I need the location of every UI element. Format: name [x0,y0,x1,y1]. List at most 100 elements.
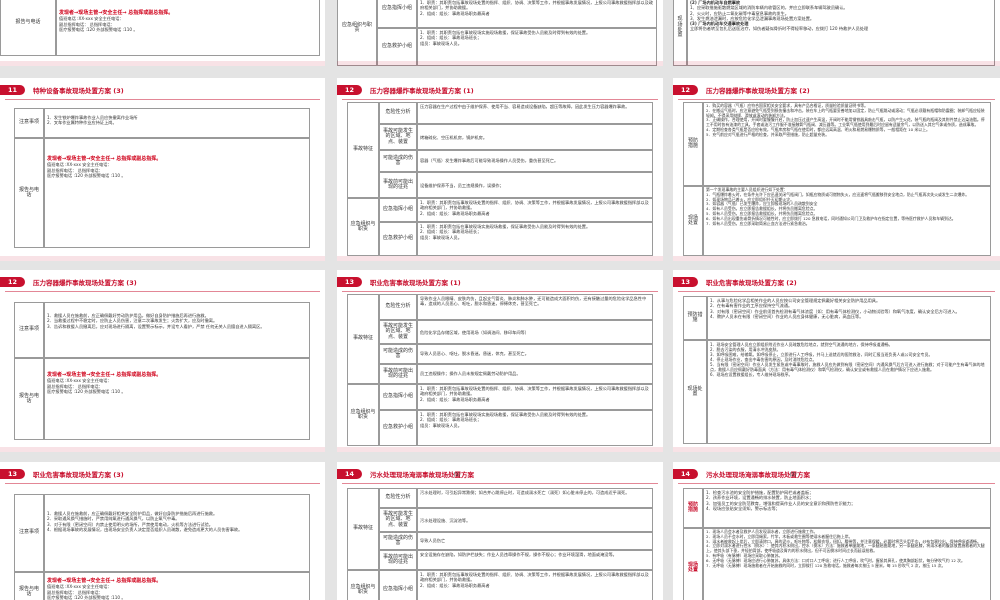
report-phones: 值班电话 :XX-xxx 安全主任电话： 副总指挥电话： 总指挥电话： 医疗报警… [47,584,126,600]
slide-footer [673,447,1000,452]
report-phones: 值班电话 :XX-xxx 安全主任电话： 副总指挥电话： 总指挥电话： 医疗报警… [47,162,126,178]
disp-cell: (2) 厂场内机动车自燃事故 1、应采取措施驱散燃烧区域的消防车辆内收管区的，并… [687,0,995,66]
slide-title: 职业危害事故现场处置方案 (2) [706,279,797,287]
cmd-group-text: 1．职责：其职责包括事故现场处置的指挥、组织、协调、决策等工作，并根据事故发展情… [417,198,653,222]
slide-footer [673,256,1000,261]
org-side-label: 应急组织与职责 [347,570,379,600]
notes-text: 1．救援人员在施救前，应正确佩戴好劳动防护用品，做好自身防护措施后再进行施救。 … [44,302,310,358]
notes-label: 注意事项 [14,302,44,358]
title-divider [342,291,658,292]
slide-title: 职业危害事故现场处置方案 (3) [33,471,124,479]
risk-text: 污水处理时，可引起异常跌倒；如合并心跳停止时，可造成溺水死亡（溺死）如心脏未停止… [417,488,653,508]
slide-footer [337,447,663,452]
notes-text: 1．发生铁炉爆炸事故作业人员应快撤离作业场所 2．叉车作业属特种作业应持证上岗。 [44,108,310,138]
report-label: 报告与电话 [14,358,44,440]
notes-label: 注意事项 [14,494,44,572]
sign-text: 员工违规操作；操作人员未按规定佩戴劳动防护用品。 [417,364,653,384]
slide-footer [0,447,325,452]
slide-number: 12 [0,277,26,287]
slide-13-1: 13 职业危害事故现场处置方案 (1) 事故特征 危险性分析 导致作业人员眼睛、皮… [337,270,663,452]
harm-label: 可能造成的伤害 [379,532,417,550]
slide-top-1: 报告与电话 发现者→现场主管→安全主任→ 总指挥或副总指挥。 值班电话 :XX-… [0,0,325,66]
risk-label: 危险性分析 [379,294,417,320]
area-text: 污水处理设施、沉淀池等。 [417,508,653,532]
report-phones: 值班电话 :XX-xxx 安全主任电话： 副总指挥电话： 总指挥电话： 医疗报警… [47,378,126,394]
title-divider [342,483,658,484]
disp-text1: 1、应采取措施驱散燃烧区域的消防车辆内收管区的，并应立即联系车辆驾驶员确认。 2… [690,5,848,21]
slide-footer [0,61,325,66]
slide-title: 压力容器爆炸事故现场处置方案 (2) [706,87,810,95]
area-label: 事故可能发生的区域、地点、装置 [379,320,417,344]
disposal-label: 现场处置 [683,186,703,256]
area-label: 事故可能发生的区域、地点、装置 [379,124,417,150]
cmd-group-label: 应急指挥小组 [379,570,417,600]
report-label: 报告与电话 [0,0,56,56]
slide-title: 职业危害事故现场处置方案 (1) [370,279,461,287]
sign-label: 事故前可能出现的征兆 [379,550,417,570]
rescue-group-label: 应急救护小组 [379,410,417,446]
area-text: 烤箱硫化、空压机机房，锅炉机房。 [417,124,653,150]
sign-label: 事故前可能出现的征兆 [379,364,417,384]
risk-label: 危险性分析 [379,102,417,124]
harm-text: 导致人员恶心、呕吐，脱水昏迷，昏迷，休克，甚至死亡。 [417,344,653,364]
cmd-group-label: 应急指挥小组 [379,384,417,410]
cmd-group-label: 应急指挥小组 [377,0,417,28]
area-label: 事故可能发生的区域、地点、装置 [379,508,417,532]
feature-side-label: 事故特征 [347,102,379,198]
report-label: 报告与电话 [14,572,44,600]
disp-text2: 立即将伤者转至包扎后送医治疗，如伤者疑似骨折时不得轻率移动，应拨打 120 待救… [690,26,869,32]
report-cell: 发现者→现场主管→安全主任→ 总指挥或副总指挥。 值班电话 :XX-xxx 安全… [44,138,310,248]
slide-number: 12 [337,85,363,95]
cmd-group-text: 1．职责：其职责包括事故现场处置的指挥、组织、协调、决策等工作，并根据事故发展情… [417,384,653,410]
rescue-group-label: 应急救护小组 [379,222,417,256]
report-cell: 发现者→现场主管→安全主任→ 总指挥或副总指挥。 值班电话 :XX-xxx 安全… [56,0,320,56]
feature-side-label: 事故特征 [347,294,379,384]
org-side-label: 应急组织与职责 [347,198,379,256]
slide-14-2: 14 污水处理现场淹溺事故现场处置方案 (2) 预防措施 1．检查污水池的安全防护… [673,462,1000,600]
slide-number: 11 [0,85,26,95]
feature-side-label: 事故特征 [347,488,379,570]
slide-number: 12 [673,85,699,95]
slide-13-3: 13 职业危害事故现场处置方案 (3) 注意事项 1．救援人员在施救前，应正确佩戴… [0,462,325,600]
slide-footer [337,256,663,261]
title-divider [342,99,658,100]
slide-number: 14 [337,469,363,479]
cmd-group-text: 1．职责：其职责包括事故现场处置的指挥、组织、协调、决策等工作，并根据事故发展情… [417,0,657,28]
slide-subtitle: (2) [789,472,797,478]
prevention-text: 1．检查污水池的安全防护措施，配置防护网栏或者盖板； 2．孩养作业环境，设置通畅… [703,488,991,528]
disposal-text: 第一个发现事故的主要人员组织进行如下处置： 1．气瓶爆炸着火时，在条件允许下应迅… [703,186,991,256]
title-divider [678,291,995,292]
slide-footer [337,61,663,66]
risk-text: 压力容器在生产过程中由于维护保养、使用不当、容易造成设备缺陷，超压等故障，因此发… [417,102,653,124]
report-cell: 发现者→现场主管→安全主任→ 总指挥或副总指挥。 值班电话 :XX-xxx 安全… [44,572,310,600]
prevention-label: 预防措施 [683,296,707,340]
slide-13-2: 13 职业危害事故现场处置方案 (2) 预防措施 1．从事与危险化学品相关作业的人… [673,270,1000,452]
slide-subtitle: (1) [453,472,461,478]
title-divider [5,291,320,292]
prevention-label: 预防措施 [683,488,703,528]
risk-label: 危险性分析 [379,488,417,508]
prevention-text: 1．购买的容器（气瓶）应符合国家相关安全要求，具有产品合格证，质量检验质量证明书… [703,102,991,186]
slide-top-3: 现场处置 (2) 厂场内机动车自燃事故 1、应采取措施驱散燃烧区域的消防车辆内收… [673,0,1000,66]
title-divider [678,483,995,484]
slide-14-1: 14 污水处理现场淹溺事故现场处置方案 (1) 事故特征 危险性分析 污水处理时，… [337,462,663,600]
prevention-label: 预防措施 [683,102,703,186]
disposal-text: 1．现场人员会水者及救护人员发现溺水者，立即进行施救工作。 2．现场人员不会水时… [703,528,991,600]
slide-11-3: 11 特种设备事故现场处置方案 (3) 注意事项 1．发生铁炉爆炸事故作业人员应快… [0,78,325,261]
harm-text: 导致人员伤亡 [417,532,653,550]
slide-12-2: 12 压力容器爆炸事故现场处置方案 (2) 预防措施 1．购买的容器（气瓶）应符合… [673,78,1000,261]
slide-title: 压力容器爆炸事故现场处置方案 (3) [33,279,137,287]
title-divider [5,99,320,100]
sign-label: 事故前可能出现的征兆 [379,172,417,198]
org-side-label: 应急组织与职责 [347,384,379,446]
slide-title: 特种设备事故现场处置方案 (3) [33,87,124,95]
cmd-group-text: 1．职责：其职责包括事故现场处置的指挥、组织、协调、决策等工作，并根据事故发展情… [417,570,653,600]
slide-footer [673,61,1000,66]
report-label: 报告与电话 [14,138,44,248]
area-text: 危险化学品存储区域，使用现场（如调油间、移印车间等） [417,320,653,344]
slide-number: 13 [0,469,26,479]
risk-text: 导致作业人员眼睛、皮肤灼伤，且起支气管炎、肺炎和肺水肿，还可能造成大面积灼伤，还… [417,294,653,320]
slide-12-3: 12 压力容器爆炸事故现场处置方案 (3) 注意事项 1．救援人员在施救前，应正确… [0,270,325,452]
report-phones: 值班电话 :XX-xxx 安全主任电话： 副总指挥电话： 总指挥电话： 医疗报警… [59,16,138,32]
slide-number: 13 [337,277,363,287]
